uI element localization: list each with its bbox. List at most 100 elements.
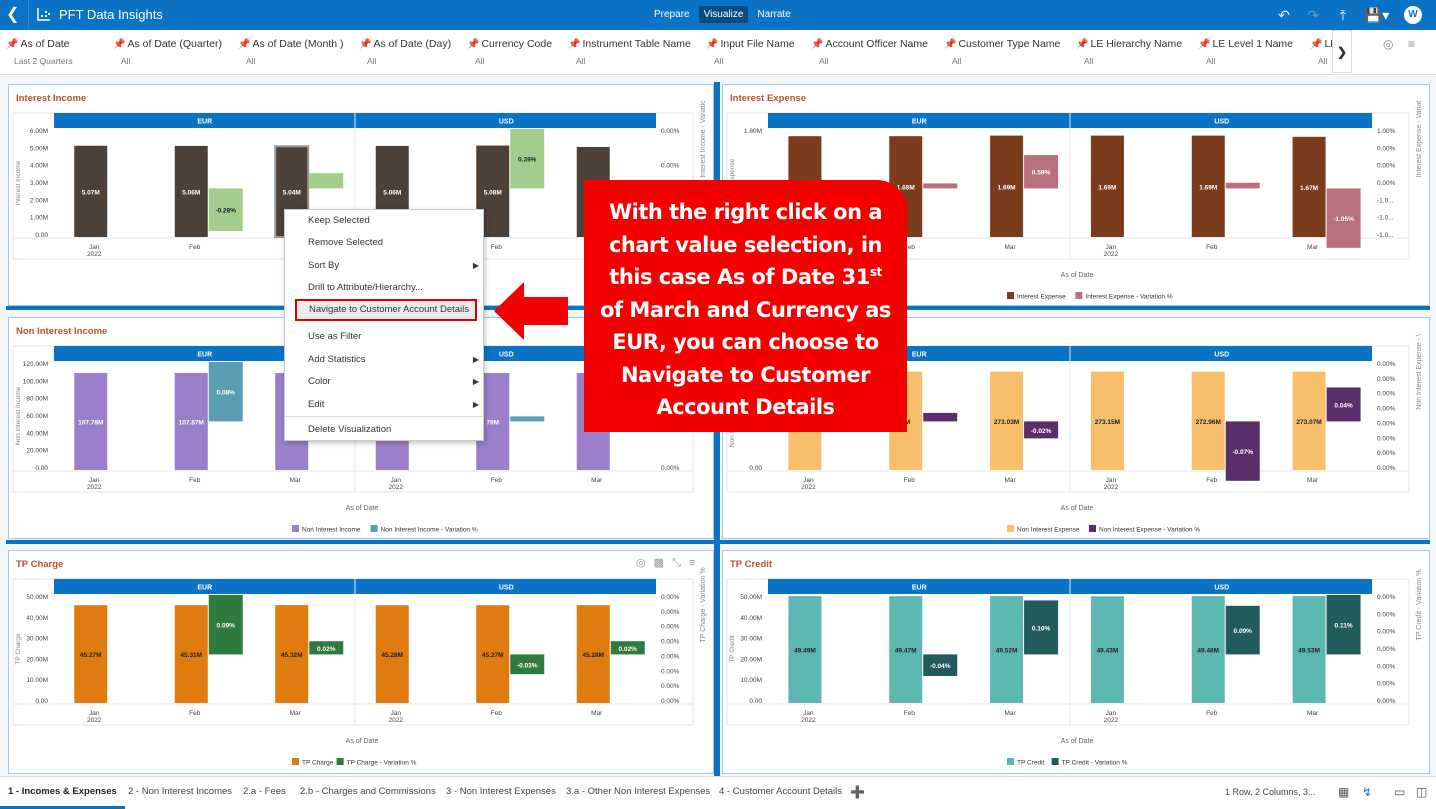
pin-icon: 📌 xyxy=(811,39,824,50)
y-tick-label: 5.00M xyxy=(30,145,48,152)
undo-icon[interactable]: ↶ xyxy=(1275,6,1293,24)
x-tick-label: 2022 xyxy=(389,717,404,724)
menu-item-color[interactable]: Color ▶ xyxy=(285,371,483,393)
data-label: 0.09% xyxy=(1234,628,1253,635)
menu-item-edit[interactable]: Edit ▶ xyxy=(285,394,483,416)
y2-tick-label: 0.00% xyxy=(1377,465,1396,472)
filter-customer-type-name[interactable]: 📌 Customer Type Name All xyxy=(944,38,1060,66)
bar-interest-expense-variation-[interactable] xyxy=(923,183,958,189)
filter-input-file-name[interactable]: 📌 Input File Name All xyxy=(706,38,795,66)
filter-as-of-date-day[interactable]: 📌 As of Date (Day) All xyxy=(359,38,451,66)
x-tick-label: Jan xyxy=(1106,244,1117,251)
y2-tick-label: 0.00% xyxy=(1377,361,1396,368)
filter-currency-code[interactable]: 📌 Currency Code All xyxy=(467,38,552,66)
menu-item-navigate-to-customer-account-details[interactable]: Navigate to Customer Account Details xyxy=(295,299,477,321)
tab-customer-account-details[interactable]: 4 - Customer Account Details xyxy=(719,786,842,797)
legend-label: TP Charge - Variation % xyxy=(347,760,417,767)
y2-tick-label: 0.00% xyxy=(661,465,680,472)
menu-item-remove-selected[interactable]: Remove Selected xyxy=(285,232,483,254)
group-header-label: USD xyxy=(1214,352,1229,359)
filter-instrument-table-name[interactable]: 📌 Instrument Table Name All xyxy=(568,38,691,66)
grammar-icon[interactable]: ▦ xyxy=(1338,785,1349,799)
bar-interest-income-variation-[interactable] xyxy=(309,173,344,189)
save-icon[interactable]: 💾▾ xyxy=(1364,6,1390,24)
chart-type-icon[interactable]: ▩ xyxy=(654,557,664,569)
back-icon[interactable]: ❮ xyxy=(6,5,22,25)
menu-item-drill-to-attribute[interactable]: Drill to Attribute/Hierarchy... xyxy=(285,277,483,299)
data-label: 0.02% xyxy=(619,646,638,653)
pin-icon: 📌 xyxy=(113,39,126,50)
bar-interest-expense-variation-[interactable] xyxy=(1225,182,1260,189)
panel-menu-icon[interactable]: ≡ xyxy=(689,557,695,569)
legend-swatch xyxy=(1075,292,1083,299)
bar-non-interest-income-variation-[interactable] xyxy=(510,416,545,422)
y2-tick-label: -1.0... xyxy=(1377,197,1394,204)
menu-item-add-statistics[interactable]: Add Statistics ▶ xyxy=(285,349,483,371)
x-tick-label: Mar xyxy=(1307,710,1319,717)
x-tick-label: Feb xyxy=(189,710,201,717)
data-label: 107.87M xyxy=(179,419,204,426)
export-icon[interactable]: ⤒ xyxy=(1334,6,1352,24)
x-tick-label: Jan xyxy=(1106,477,1117,484)
filter-le-level-1-name[interactable]: 📌 LE Level 1 Name All xyxy=(1198,38,1293,66)
x-tick-label: 2022 xyxy=(1104,251,1119,258)
filter-le-hierarchy-name[interactable]: 📌 LE Hierarchy Name All xyxy=(1076,38,1182,66)
tab-non-interest-expenses[interactable]: 3 - Non Interest Expenses xyxy=(446,786,556,797)
panel-left-icon[interactable]: ▭ xyxy=(1394,785,1405,799)
legend-label: Non Interest Expense - Variation % xyxy=(1099,527,1200,534)
mode-visualize[interactable]: Visualize xyxy=(698,6,749,23)
legend-label: Interest Expense xyxy=(1017,294,1066,301)
tab-charges-and-commissions[interactable]: 2.b - Charges and Commissions xyxy=(300,786,436,797)
x-tick-label: Jan xyxy=(803,477,814,484)
auto-apply-icon[interactable]: ↯ xyxy=(1362,785,1372,799)
x-tick-label: 2022 xyxy=(801,717,816,724)
y-tick-label: 20.00M xyxy=(740,656,762,663)
submenu-arrow-icon: ▶ xyxy=(472,400,479,409)
maximize-icon[interactable]: ⤡ xyxy=(672,557,681,569)
user-avatar[interactable]: W xyxy=(1404,6,1422,24)
y2-tick-label: -1.0... xyxy=(1377,215,1394,222)
tab-other-non-interest-expenses[interactable]: 3.a - Other Non Interest Expenses xyxy=(566,786,710,797)
legend-swatch xyxy=(1007,292,1014,299)
group-header-label: USD xyxy=(499,585,514,592)
data-label: 5.06M xyxy=(182,189,200,196)
panel-tp-charge[interactable]: TP Charge ◎ ▩ ⤡ ≡ EUR 45.27M Jan 2022 45.31M… xyxy=(8,550,714,774)
tab-non-interest-incomes[interactable]: 2 - Non Interest Incomes xyxy=(128,786,232,797)
menu-item-sort-by[interactable]: Sort By ▶ xyxy=(285,255,483,277)
filter-le[interactable]: 📌LEAll xyxy=(1310,38,1332,66)
y2-tick-label: 0.00% xyxy=(1377,391,1396,398)
filter-as-of-date-quarter[interactable]: 📌 As of Date (Quarter) All xyxy=(113,38,222,66)
data-label: 1.69M xyxy=(998,184,1016,191)
x-tick-label: Jan xyxy=(391,477,402,484)
data-label: 0.09% xyxy=(217,623,236,630)
panel-tp-credit[interactable]: TP Credit EUR 49.49M Jan 2022 49.47M -0.04% Fe… xyxy=(722,550,1430,774)
filter-as-of-date-month[interactable]: 📌 As of Date (Month ) All xyxy=(238,38,344,66)
y2-tick-label: 0.00% xyxy=(1377,629,1396,636)
filter-as-of-date[interactable]: 📌 As of Date Last 2 Quarters xyxy=(6,38,73,66)
chart-tp-charge[interactable]: EUR45.27MJan202245.31M0.09%Feb45.32M0.02… xyxy=(9,551,715,775)
row-divider[interactable] xyxy=(6,540,1430,544)
filters-scroll-right-button[interactable]: ❯ xyxy=(1332,30,1352,73)
menu-item-keep-selected[interactable]: Keep Selected xyxy=(285,210,483,232)
x-tick-label: Mar xyxy=(290,710,302,717)
y2-tick-label: 0.00% xyxy=(1377,646,1396,653)
filter-menu-icon[interactable]: ≡ xyxy=(1408,37,1415,51)
menu-item-use-as-filter[interactable]: Use as Filter xyxy=(285,326,483,348)
y2-tick-label: 0.00% xyxy=(661,668,680,675)
tab-incomes-expenses[interactable]: 1 - Incomes & Expenses xyxy=(0,786,125,809)
menu-item-delete-visualization[interactable]: Delete Visualization xyxy=(285,419,483,441)
target-icon[interactable]: ◎ xyxy=(636,557,646,569)
redo-icon[interactable]: ↷ xyxy=(1304,6,1322,24)
panel-right-icon[interactable]: ◫ xyxy=(1416,785,1427,799)
chart-tp-credit[interactable]: EUR49.49MJan202249.47M-0.04%Feb49.52M0.1… xyxy=(723,551,1431,775)
legend-label: TP Credit - Variation % xyxy=(1062,760,1128,767)
mode-prepare[interactable]: Prepare xyxy=(649,6,695,23)
group-header-label: EUR xyxy=(912,585,927,592)
tab-fees[interactable]: 2.a - Fees xyxy=(243,786,286,797)
mode-narrate[interactable]: Narrate xyxy=(752,6,795,23)
bar-non-interest-expense-variation-[interactable] xyxy=(923,412,958,422)
filter-settings-icon[interactable]: ◎ xyxy=(1383,37,1393,51)
filter-account-officer-name[interactable]: 📌 Account Officer Name All xyxy=(811,38,928,66)
x-tick-label: Feb xyxy=(904,710,916,717)
add-tab-icon[interactable]: ➕ xyxy=(850,785,865,799)
